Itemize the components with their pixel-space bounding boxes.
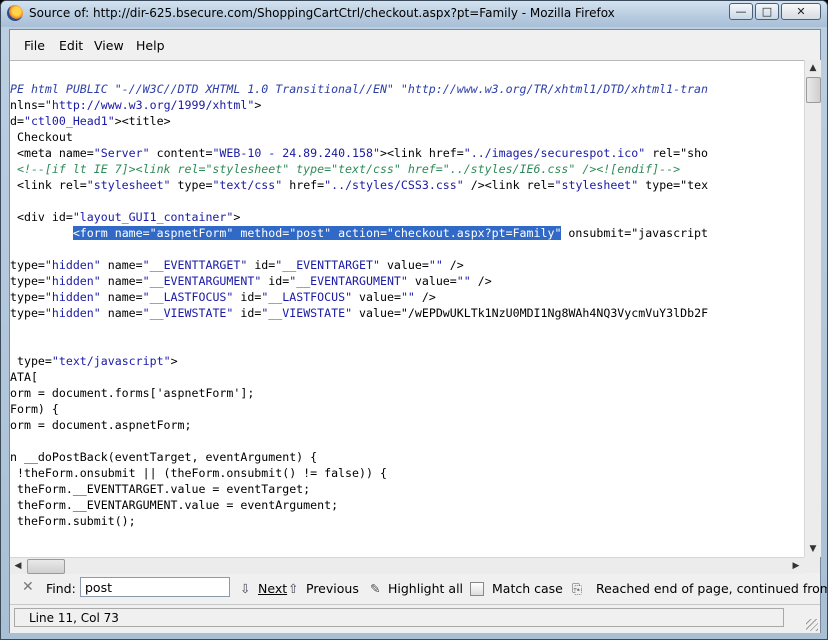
find-bar: ✕ Find: post ⇩ Next ⇧ Previous ✎ Highlig…: [10, 574, 827, 602]
cursor-position: Line 11, Col 73: [14, 608, 784, 627]
source-line: type="hidden" name="__VIEWSTATE" id="__V…: [10, 306, 709, 320]
menu-bar: File Edit View Help: [10, 30, 820, 60]
horizontal-scrollbar[interactable]: ◀ ▶: [10, 557, 804, 574]
find-label: Find:: [46, 581, 76, 596]
source-line: n __doPostBack(eventTarget, eventArgumen…: [10, 450, 318, 464]
source-line: theForm.__EVENTTARGET.value = eventTarge…: [10, 482, 311, 496]
status-bar: Line 11, Col 73: [10, 604, 820, 633]
maximize-button[interactable]: □: [755, 3, 779, 20]
resize-grip-icon[interactable]: [806, 619, 818, 631]
scroll-right-arrow-icon[interactable]: ▶: [788, 558, 804, 574]
title-bar[interactable]: Source of: http://dir-625.bsecure.com/Sh…: [1, 1, 827, 27]
vertical-scroll-thumb[interactable]: [806, 77, 821, 103]
source-line: theForm.__EVENTARGUMENT.value = eventArg…: [10, 498, 339, 512]
scroll-down-arrow-icon[interactable]: ▼: [805, 541, 821, 557]
source-line: Checkout: [10, 130, 73, 144]
source-line: <!--[if lt IE 7]><link rel="stylesheet" …: [10, 162, 681, 176]
scroll-left-arrow-icon[interactable]: ◀: [10, 558, 26, 574]
source-line: type="hidden" name="__EVENTARGUMENT" id=…: [10, 274, 492, 288]
up-arrow-icon: ⇧: [288, 581, 299, 596]
source-line: orm = document.aspnetForm;: [10, 418, 192, 432]
menu-file[interactable]: File: [24, 38, 45, 53]
source-line: Form) {: [10, 402, 59, 416]
pencil-icon: ✎: [370, 581, 381, 596]
source-line: <div id="layout_GUI1_container">: [10, 210, 241, 224]
find-previous-button[interactable]: Previous: [306, 581, 359, 596]
source-line: PE html PUBLIC "-//W3C//DTD XHTML 1.0 Tr…: [10, 82, 709, 96]
window-controls: — □ ✕: [729, 3, 821, 20]
find-status-message: Reached end of page, continued from top: [596, 581, 827, 596]
minimize-button[interactable]: —: [729, 3, 753, 20]
browser-window: Source of: http://dir-625.bsecure.com/Sh…: [0, 0, 828, 640]
wrap-around-icon: ⎘: [572, 581, 583, 596]
find-next-button[interactable]: Next: [258, 581, 287, 596]
source-line: orm = document.forms['aspnetForm'];: [10, 386, 255, 400]
source-line: <form name="aspnetForm" method="post" ac…: [72, 226, 709, 240]
find-input[interactable]: post: [80, 577, 230, 597]
source-line: d="ctl00_Head1"><title>: [10, 114, 171, 128]
menu-edit[interactable]: Edit: [59, 38, 83, 53]
highlight-all-button[interactable]: Highlight all: [388, 581, 463, 596]
match-case-label[interactable]: Match case: [492, 581, 563, 596]
menu-help[interactable]: Help: [136, 38, 165, 53]
source-line: !theForm.onsubmit || (theForm.onsubmit()…: [10, 466, 387, 480]
window-title: Source of: http://dir-625.bsecure.com/Sh…: [29, 6, 615, 20]
scrollbar-corner: [804, 557, 820, 573]
source-line: nlns="http://www.w3.org/1999/xhtml">: [10, 98, 262, 112]
close-button[interactable]: ✕: [781, 3, 821, 20]
down-arrow-icon: ⇩: [240, 581, 251, 596]
client-area: File Edit View Help PE html PUBLIC "-//W…: [9, 29, 827, 633]
scroll-up-arrow-icon[interactable]: ▲: [805, 60, 821, 76]
match-case-checkbox[interactable]: [470, 582, 484, 596]
firefox-icon: [7, 5, 23, 21]
source-line: type="text/javascript">: [10, 354, 178, 368]
source-line: theForm.submit();: [10, 514, 136, 528]
source-line: <link rel="stylesheet" type="text/css" h…: [10, 178, 709, 192]
close-icon[interactable]: ✕: [22, 579, 34, 595]
horizontal-scroll-thumb[interactable]: [27, 559, 65, 574]
source-line: type="hidden" name="__LASTFOCUS" id="__L…: [10, 290, 436, 304]
menu-view[interactable]: View: [94, 38, 124, 53]
source-view[interactable]: PE html PUBLIC "-//W3C//DTD XHTML 1.0 Tr…: [10, 60, 804, 558]
source-line: <meta name="Server" content="WEB-10 - 24…: [10, 146, 709, 160]
source-line: type="hidden" name="__EVENTTARGET" id="_…: [10, 258, 464, 272]
vertical-scrollbar[interactable]: ▲ ▼: [804, 60, 821, 557]
source-line: ATA[: [10, 370, 38, 384]
